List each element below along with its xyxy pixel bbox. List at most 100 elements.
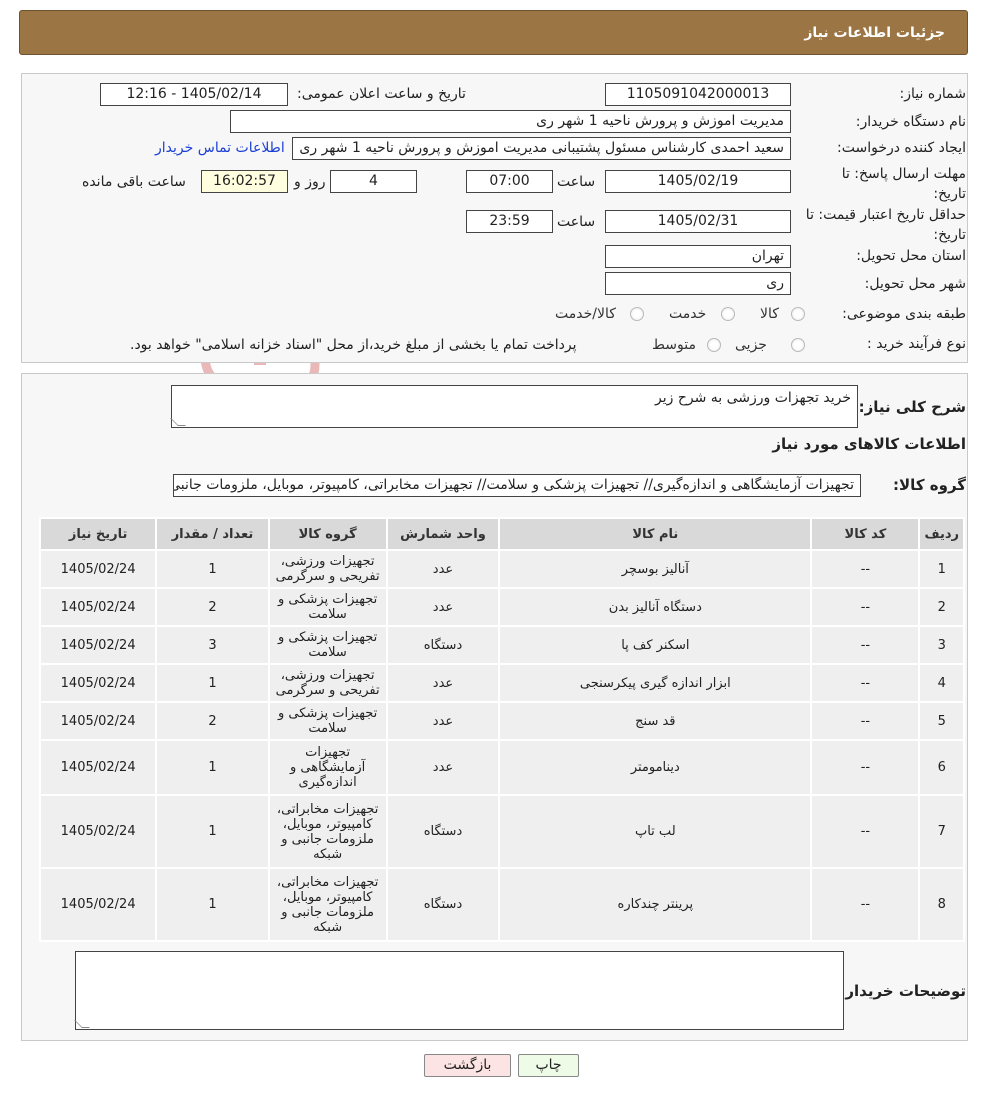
item-code-cell: --	[810, 663, 921, 703]
resize-handle[interactable]	[170, 418, 186, 426]
process-minor-radio[interactable]	[791, 338, 805, 352]
category-service-radio[interactable]	[721, 307, 735, 321]
col-need-date: تاریخ نیاز	[38, 517, 158, 551]
row-number-cell: 1	[918, 549, 965, 589]
quantity-cell: 3	[155, 625, 270, 665]
item-name-cell: قد سنج	[498, 701, 813, 741]
row-number-cell: 8	[918, 867, 965, 942]
need-date-cell: 1405/02/24	[38, 587, 158, 627]
announce-label: تاریخ و ساعت اعلان عمومی:	[297, 86, 466, 102]
goods-table: ردیف کد کالا نام کالا واحد شمارش گروه کا…	[38, 517, 965, 942]
summary-field[interactable]: خرید تجهزات ورزشی به شرح زیر	[170, 385, 858, 428]
announce-field: 1405/02/14 - 12:16	[100, 83, 288, 106]
col-unit: واحد شمارش	[385, 517, 501, 551]
buyer-notes-field[interactable]	[74, 951, 844, 1030]
price-validity-label: حداقل تاریخ اعتبار قیمت: تا تاریخ:	[805, 207, 966, 243]
buyer-org-label: نام دستگاه خریدار:	[855, 114, 966, 130]
summary-text: خرید تجهزات ورزشی به شرح زیر	[654, 390, 851, 406]
item-group-cell: تجهیزات آزمایشگاهی و اندازه‌گیری	[267, 739, 388, 796]
unit-cell: عدد	[385, 739, 501, 796]
summary-label: شرح کلی نیاز:	[858, 398, 966, 416]
item-code-cell: --	[810, 867, 921, 942]
item-group-cell: تجهیزات پزشکی و سلامت	[267, 625, 388, 665]
item-code-cell: --	[810, 739, 921, 796]
item-group-cell: تجهیزات پزشکی و سلامت	[267, 701, 388, 741]
table-row: 8 -- پرینتر چندکاره دستگاه تجهیزات مخابراتی،…	[38, 867, 965, 942]
quantity-cell: 1	[155, 549, 270, 589]
resize-handle[interactable]	[74, 1020, 90, 1028]
row-number-cell: 4	[918, 663, 965, 703]
row-number-cell: 5	[918, 701, 965, 741]
buyer-notes-label: توضیحات خریدار:	[839, 982, 966, 1000]
row-number-cell: 7	[918, 794, 965, 869]
unit-cell: عدد	[385, 587, 501, 627]
category-label: طبقه بندی موضوعی:	[842, 306, 966, 322]
row-number-cell: 6	[918, 739, 965, 796]
quantity-cell: 1	[155, 663, 270, 703]
unit-cell: عدد	[385, 701, 501, 741]
goods-info-title: اطلاعات کالاهای مورد نیاز	[772, 435, 966, 453]
need-date-cell: 1405/02/24	[38, 663, 158, 703]
item-name-cell: پرینتر چندکاره	[498, 867, 813, 942]
quantity-cell: 2	[155, 701, 270, 741]
remaining-label: ساعت باقی مانده	[82, 174, 186, 190]
print-button[interactable]: چاپ	[518, 1054, 579, 1077]
item-group-cell: تجهیزات ورزشی، تفریحی و سرگرمی	[267, 549, 388, 589]
unit-cell: عدد	[385, 663, 501, 703]
quantity-cell: 1	[155, 739, 270, 796]
price-date-field: 1405/02/31	[605, 210, 791, 233]
remaining-time-field: 16:02:57	[201, 170, 288, 193]
category-goods-service-radio[interactable]	[630, 307, 644, 321]
need-date-cell: 1405/02/24	[38, 701, 158, 741]
process-medium-label: متوسط	[652, 337, 696, 353]
unit-cell: دستگاه	[385, 867, 501, 942]
table-row: 3 -- اسکنر کف پا دستگاه تجهیزات پزشکی و سلام…	[38, 625, 965, 665]
col-row-number: ردیف	[918, 517, 965, 551]
contact-buyer-link[interactable]: اطلاعات تماس خریدار	[155, 140, 285, 156]
category-goods-radio[interactable]	[791, 307, 805, 321]
goods-group-label: گروه کالا:	[893, 476, 966, 494]
row-number-cell: 3	[918, 625, 965, 665]
page-title-bar: جزئیات اطلاعات نیاز	[19, 10, 968, 55]
days-field: 4	[330, 170, 417, 193]
item-group-cell: تجهیزات پزشکی و سلامت	[267, 587, 388, 627]
reply-deadline-label: مهلت ارسال پاسخ: تا تاریخ:	[841, 166, 966, 202]
goods-group-field: تجهیزات آزمایشگاهی و اندازه‌گیری// تجهیز…	[173, 474, 861, 497]
table-row: 7 -- لب تاپ دستگاه تجهیزات مخابراتی، کامپیوت…	[38, 794, 965, 869]
city-label: شهر محل تحویل:	[864, 276, 966, 292]
table-row: 2 -- دستگاه آنالیز بدن عدد تجهیزات پزشکی و س…	[38, 587, 965, 627]
col-quantity: تعداد / مقدار	[155, 517, 270, 551]
item-code-cell: --	[810, 701, 921, 741]
price-time-label: ساعت	[557, 214, 596, 230]
item-group-cell: تجهیزات ورزشی، تفریحی و سرگرمی	[267, 663, 388, 703]
province-field: تهران	[605, 245, 791, 268]
need-date-cell: 1405/02/24	[38, 739, 158, 796]
item-code-cell: --	[810, 549, 921, 589]
process-medium-radio[interactable]	[707, 338, 721, 352]
reply-date-field: 1405/02/19	[605, 170, 791, 193]
reply-time-label: ساعت	[557, 174, 596, 190]
table-row: 6 -- دینامومتر عدد تجهیزات آزمایشگاهی و اندا…	[38, 739, 965, 796]
need-date-cell: 1405/02/24	[38, 794, 158, 869]
row-number-cell: 2	[918, 587, 965, 627]
table-header-row: ردیف کد کالا نام کالا واحد شمارش گروه کا…	[38, 517, 965, 551]
item-group-cell: تجهیزات مخابراتی، کامپیوتر، موبایل، ملزو…	[267, 867, 388, 942]
process-minor-label: جزیی	[735, 337, 767, 353]
unit-cell: دستگاه	[385, 794, 501, 869]
unit-cell: دستگاه	[385, 625, 501, 665]
table-row: 1 -- آنالیز بوسچر عدد تجهیزات ورزشی، تفریحی …	[38, 549, 965, 589]
quantity-cell: 1	[155, 794, 270, 869]
city-field: ری	[605, 272, 791, 295]
category-service-label: خدمت	[669, 306, 707, 322]
col-item-name: نام کالا	[498, 517, 813, 551]
category-goods-service-label: کالا/خدمت	[555, 306, 616, 322]
reply-time-field: 07:00	[466, 170, 553, 193]
price-time-field: 23:59	[466, 210, 553, 233]
province-label: استان محل تحویل:	[856, 248, 966, 264]
item-name-cell: دستگاه آنالیز بدن	[498, 587, 813, 627]
unit-cell: عدد	[385, 549, 501, 589]
process-label: نوع فرآیند خرید :	[867, 336, 966, 352]
item-code-cell: --	[810, 625, 921, 665]
item-code-cell: --	[810, 794, 921, 869]
back-button[interactable]: بازگشت	[424, 1054, 511, 1077]
